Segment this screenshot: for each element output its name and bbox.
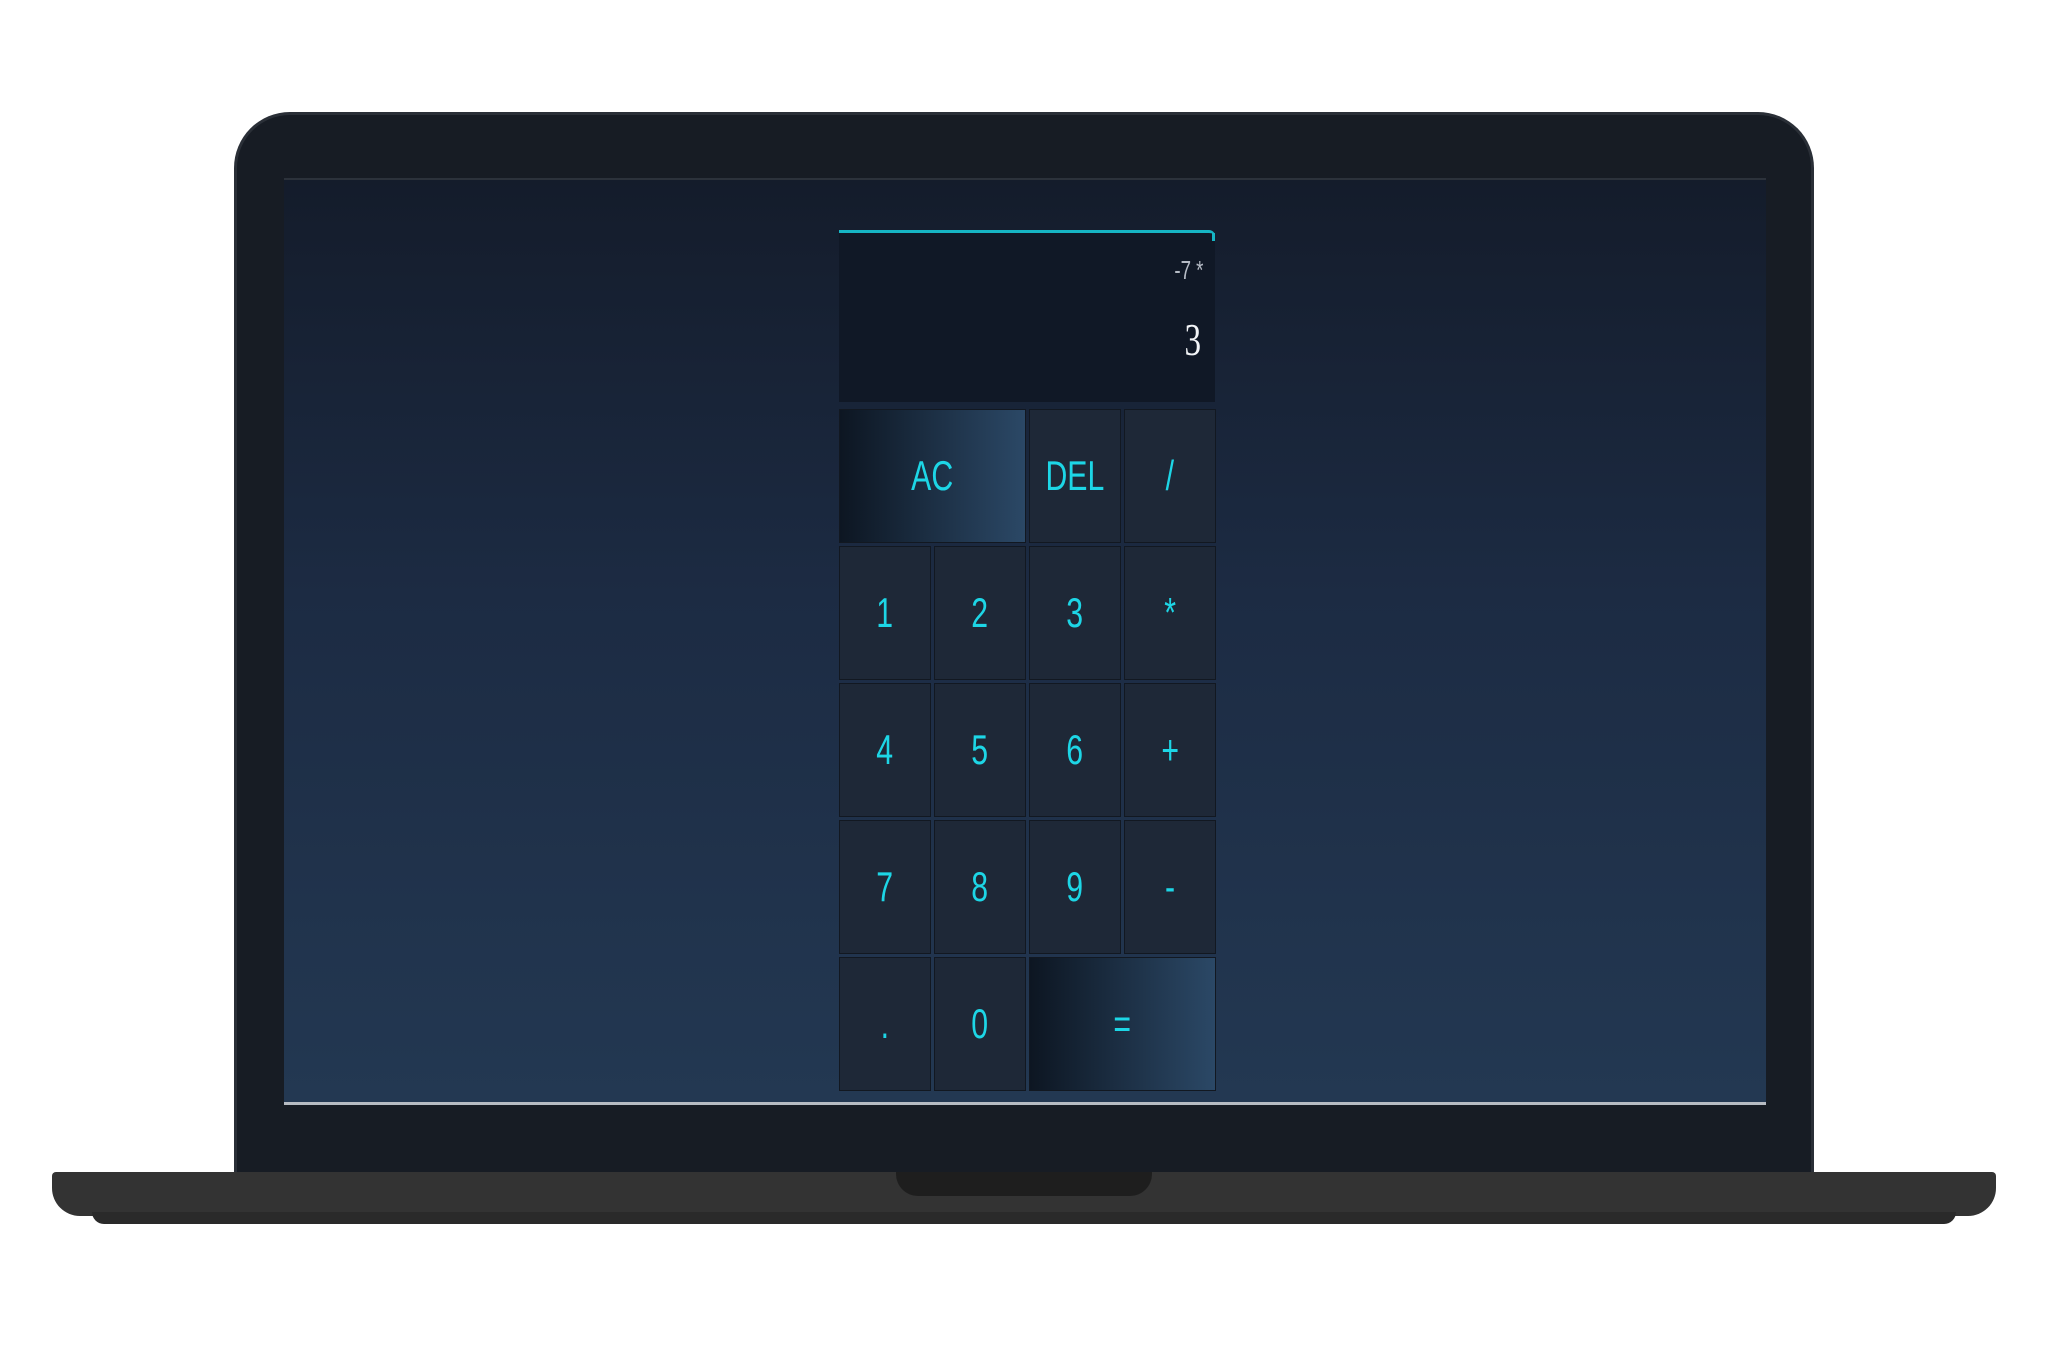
digit-4-button[interactable]: 4: [839, 683, 931, 817]
digit-7-button[interactable]: 7: [839, 820, 931, 954]
equals-label: =: [1113, 1000, 1132, 1047]
digit-5-button[interactable]: 5: [934, 683, 1026, 817]
divide-button[interactable]: /: [1124, 409, 1216, 543]
digit-3-label: 3: [1066, 589, 1084, 636]
add-button[interactable]: +: [1124, 683, 1216, 817]
current-operand: 3: [1184, 314, 1201, 365]
del-button[interactable]: DEL: [1029, 409, 1121, 543]
equals-button[interactable]: =: [1029, 957, 1216, 1091]
digit-8-label: 8: [971, 863, 989, 910]
laptop-mockup: -7 * 3 AC DEL / 1 2 3 * 4 5 6 + 7 8 9 - …: [0, 0, 2048, 1365]
ac-label: AC: [911, 452, 954, 499]
digit-6-label: 6: [1066, 726, 1084, 773]
digit-9-button[interactable]: 9: [1029, 820, 1121, 954]
calculator-display: -7 * 3: [839, 230, 1215, 402]
digit-4-label: 4: [876, 726, 894, 773]
digit-0-button[interactable]: 0: [934, 957, 1026, 1091]
digit-1-label: 1: [876, 589, 894, 636]
digit-7-label: 7: [876, 863, 894, 910]
digit-2-label: 2: [971, 589, 989, 636]
digit-5-label: 5: [971, 726, 989, 773]
decimal-button[interactable]: .: [839, 957, 931, 1091]
divide-label: /: [1165, 452, 1175, 499]
ac-button[interactable]: AC: [839, 409, 1026, 543]
previous-operand: -7 *: [1173, 255, 1203, 285]
digit-0-label: 0: [971, 1000, 989, 1047]
digit-1-button[interactable]: 1: [839, 546, 931, 680]
digit-9-label: 9: [1066, 863, 1084, 910]
digit-6-button[interactable]: 6: [1029, 683, 1121, 817]
digit-3-button[interactable]: 3: [1029, 546, 1121, 680]
calculator-keypad: AC DEL / 1 2 3 * 4 5 6 + 7 8 9 - . 0 =: [839, 409, 1216, 1091]
digit-2-button[interactable]: 2: [934, 546, 1026, 680]
subtract-label: -: [1164, 863, 1176, 910]
del-label: DEL: [1045, 452, 1105, 499]
digit-8-button[interactable]: 8: [934, 820, 1026, 954]
laptop-notch: [896, 1172, 1152, 1196]
laptop-base-foot: [92, 1212, 1956, 1224]
laptop-screen: -7 * 3 AC DEL / 1 2 3 * 4 5 6 + 7 8 9 - …: [284, 178, 1766, 1105]
multiply-button[interactable]: *: [1124, 546, 1216, 680]
multiply-label: *: [1164, 589, 1176, 636]
subtract-button[interactable]: -: [1124, 820, 1216, 954]
add-label: +: [1161, 726, 1179, 773]
decimal-label: .: [880, 1000, 890, 1047]
calculator: -7 * 3 AC DEL / 1 2 3 * 4 5 6 + 7 8 9 - …: [839, 230, 1216, 1091]
